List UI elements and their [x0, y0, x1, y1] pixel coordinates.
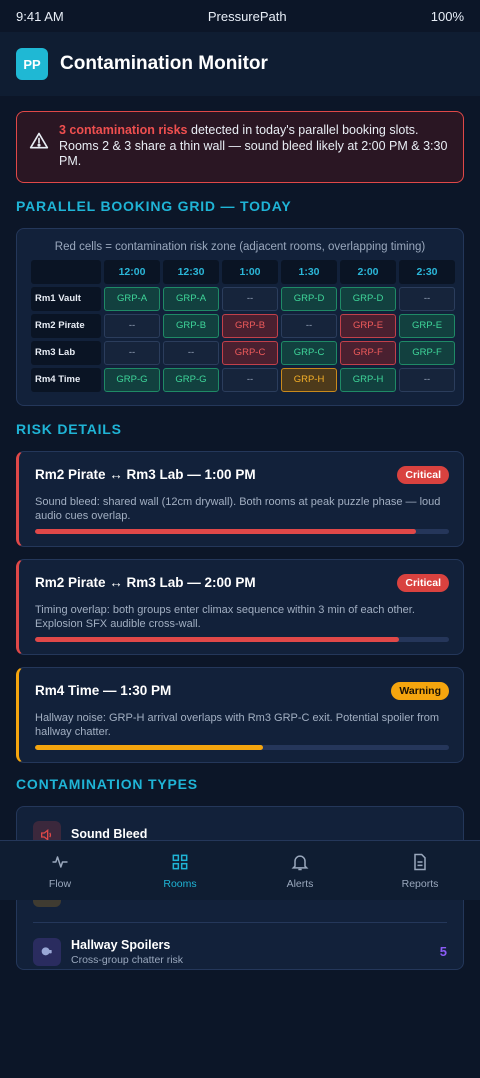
- severity-badge: Warning: [391, 681, 449, 700]
- risk-card-header: Rm4 Time — 1:30 PM Warning: [35, 681, 449, 700]
- grid-time-header: 12:00: [104, 259, 160, 284]
- booking-slot[interactable]: GRP-A: [104, 286, 160, 311]
- tab-label: Flow: [48, 877, 72, 890]
- booking-slot[interactable]: GRP-C: [222, 340, 278, 365]
- main-content: 3 contamination risks detected in today'…: [0, 96, 480, 970]
- type-text: Hallway Spoilers Cross-group chatter risk: [71, 938, 440, 966]
- document-icon: [414, 853, 426, 870]
- booking-slot[interactable]: GRP-H: [340, 367, 396, 392]
- risk-description: Timing overlap: both groups enter climax…: [35, 603, 415, 630]
- booking-slot[interactable]: GRP-E: [340, 313, 396, 338]
- booking-slot[interactable]: --: [281, 313, 337, 338]
- risk-title: Rm2 Pirate ↔ Rm3 Lab — 1:00 PM: [35, 467, 256, 482]
- tab-flow[interactable]: Flow: [0, 841, 120, 900]
- booking-slot[interactable]: GRP-D: [281, 286, 337, 311]
- grid-room-label: Rm3 Lab: [31, 340, 101, 365]
- pulse-icon: [52, 855, 68, 868]
- type-name: Hallway Spoilers: [71, 937, 171, 952]
- tab-rooms[interactable]: Rooms: [120, 841, 240, 900]
- booking-slot[interactable]: GRP-G: [163, 367, 219, 392]
- risk-description: Sound bleed: shared wall (12cm drywall).…: [35, 495, 441, 522]
- booking-slot[interactable]: GRP-C: [281, 340, 337, 365]
- booking-grid-card: Red cells = contamination risk zone (adj…: [16, 227, 464, 406]
- booking-slot[interactable]: --: [163, 340, 219, 365]
- grid-time-header: 2:30: [399, 259, 455, 284]
- alert-message: 3 contamination risks detected in today'…: [59, 123, 451, 170]
- contamination-alert[interactable]: 3 contamination risks detected in today'…: [16, 111, 464, 183]
- bottom-tab-bar: Flow Rooms Alerts Reports: [0, 840, 480, 900]
- risk-card[interactable]: Rm2 Pirate ↔ Rm3 Lab — 2:00 PM Critical Ti…: [16, 558, 464, 655]
- grid-icon: [172, 854, 188, 869]
- severity-bar: [35, 636, 449, 642]
- bell-icon: [291, 854, 309, 870]
- tab-reports[interactable]: Reports: [360, 841, 480, 900]
- tab-alerts[interactable]: Alerts: [240, 841, 360, 900]
- booking-slot[interactable]: --: [222, 286, 278, 311]
- risk-card-header: Rm2 Pirate ↔ Rm3 Lab — 2:00 PM Critical: [35, 573, 449, 592]
- grid-time-header: 2:00: [340, 259, 396, 284]
- booking-slot[interactable]: --: [222, 367, 278, 392]
- risk-card-header: Rm2 Pirate ↔ Rm3 Lab — 1:00 PM Critical: [35, 465, 449, 484]
- severity-bar: [35, 744, 449, 750]
- booking-slot[interactable]: GRP-D: [340, 286, 396, 311]
- type-count: 5: [439, 944, 447, 959]
- risk-title: Rm2 Pirate ↔ Rm3 Lab — 2:00 PM: [35, 575, 256, 590]
- grid-room-label: Rm1 Vault: [31, 286, 101, 311]
- status-time: 9:41 AM: [16, 8, 64, 24]
- warning-triangle-icon: [29, 132, 49, 149]
- app-header: PP Contamination Monitor: [0, 32, 480, 96]
- booking-slot[interactable]: --: [399, 286, 455, 311]
- grid-room-label: Rm4 Time: [31, 367, 101, 392]
- booking-slot[interactable]: GRP-B: [222, 313, 278, 338]
- risk-card[interactable]: Rm4 Time — 1:30 PM Warning Hallway noise: …: [16, 666, 464, 763]
- grid-room-label: Rm2 Pirate: [31, 313, 101, 338]
- contamination-types-title: CONTAMINATION TYPES: [16, 775, 198, 792]
- booking-slot[interactable]: GRP-E: [399, 313, 455, 338]
- booking-slot[interactable]: GRP-F: [340, 340, 396, 365]
- severity-bar: [35, 528, 449, 534]
- grid-legend: Red cells = contamination risk zone (adj…: [54, 240, 426, 253]
- status-battery: 100%: [430, 8, 464, 24]
- severity-bar-fill: [35, 636, 400, 642]
- severity-bar-fill: [35, 744, 263, 750]
- booking-grid: 12:00 12:30 1:00 1:30 2:00 2:30 Rm1 Vault GRP-A…: [31, 259, 455, 392]
- booking-grid-title: PARALLEL BOOKING GRID — TODAY: [16, 197, 292, 214]
- tab-label: Rooms: [163, 877, 197, 890]
- booking-slot[interactable]: GRP-G: [104, 367, 160, 392]
- booking-slot[interactable]: GRP-H: [281, 367, 337, 392]
- severity-bar-fill: [35, 528, 416, 534]
- alert-risk-count: 3 contamination risks: [59, 123, 188, 137]
- booking-slot[interactable]: GRP-A: [163, 286, 219, 311]
- page-title: Contamination Monitor: [60, 53, 268, 74]
- booking-slot[interactable]: --: [399, 367, 455, 392]
- booking-slot[interactable]: GRP-B: [163, 313, 219, 338]
- tab-label: Alerts: [286, 877, 314, 890]
- grid-time-header: 1:30: [281, 259, 337, 284]
- type-subtitle: Cross-group chatter risk: [71, 953, 184, 966]
- risk-list: Rm2 Pirate ↔ Rm3 Lab — 1:00 PM Critical So…: [16, 450, 464, 763]
- chat-icon: [33, 937, 61, 966]
- booking-slot[interactable]: GRP-F: [399, 340, 455, 365]
- severity-badge: Critical: [397, 465, 449, 484]
- risk-card[interactable]: Rm2 Pirate ↔ Rm3 Lab — 1:00 PM Critical So…: [16, 450, 464, 547]
- app-logo: PP: [16, 48, 48, 80]
- risk-description: Hallway noise: GRP-H arrival overlaps wi…: [35, 711, 440, 738]
- tab-label: Reports: [401, 877, 439, 890]
- grid-corner: [31, 259, 101, 284]
- booking-slot[interactable]: --: [104, 313, 160, 338]
- contamination-type-row[interactable]: Hallway Spoilers Cross-group chatter risk…: [33, 923, 447, 981]
- risk-details-title: RISK DETAILS: [16, 420, 122, 437]
- grid-time-header: 12:30: [163, 259, 219, 284]
- grid-time-header: 1:00: [222, 259, 278, 284]
- status-bar: 9:41 AM PressurePath 100%: [0, 0, 480, 32]
- booking-slot[interactable]: --: [104, 340, 160, 365]
- risk-title: Rm4 Time — 1:30 PM: [35, 683, 172, 698]
- severity-badge: Critical: [397, 573, 449, 592]
- type-name: Sound Bleed: [71, 827, 148, 841]
- status-app-name: PressurePath: [207, 8, 287, 24]
